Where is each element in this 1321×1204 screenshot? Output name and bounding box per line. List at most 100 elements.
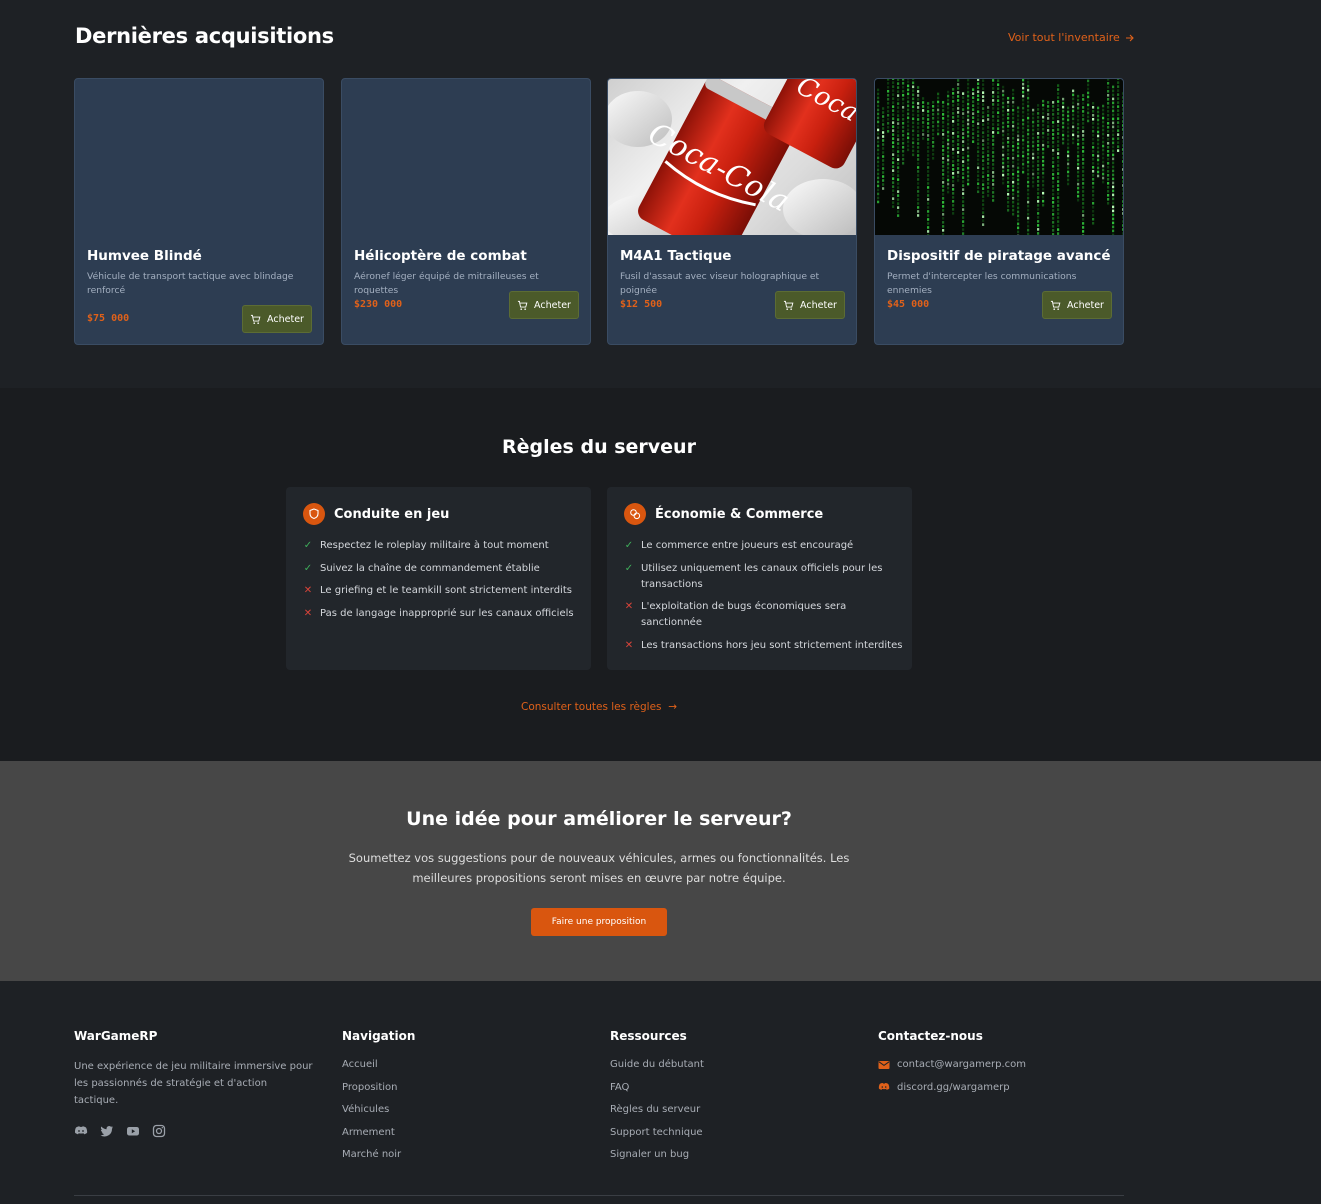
rules-section: Règles du serveur Conduite en jeu ✓ Respe… — [0, 388, 1321, 761]
cross-icon: ✕ — [303, 585, 313, 596]
rule-item: ✕ Le griefing et le teamkill sont stricte… — [303, 583, 583, 599]
twitter-icon[interactable] — [100, 1124, 114, 1138]
rule-item: ✕ L'exploitation de bugs économiques sera… — [624, 599, 904, 631]
rule-list: ✓ Respectez le roleplay militaire à tout … — [303, 538, 583, 628]
acquisitions-title: Dernières acquisitions — [75, 24, 334, 48]
make-proposal-button[interactable]: Faire une proposition — [531, 908, 667, 936]
acquisitions-section: Dernières acquisitions Voir tout l'inven… — [0, 0, 1321, 388]
footer-resources-links: Guide du débutant FAQ Règles du serveur … — [610, 1058, 704, 1161]
rule-text: Les transactions hors jeu sont stricteme… — [641, 639, 903, 651]
footer-contact-column: Contactez-nous contact@wargamerp.com dis… — [878, 1029, 1026, 1103]
matrix-code-photo — [877, 79, 1123, 269]
shield-icon — [303, 503, 325, 525]
rule-text: L'exploitation de bugs économiques sera … — [641, 601, 847, 628]
rule-text: Utilisez uniquement les canaux officiels… — [641, 562, 883, 590]
rules-title: Règles du serveur — [502, 436, 696, 458]
rule-text: Le griefing et le teamkill sont strictem… — [320, 585, 572, 596]
footer-link[interactable]: Règles du serveur — [610, 1103, 704, 1116]
product-price: $230 000 — [354, 299, 403, 310]
rule-item: ✓ Respectez le roleplay militaire à tout … — [303, 538, 583, 554]
suggestion-title: Une idée pour améliorer le serveur? — [406, 808, 792, 830]
youtube-icon[interactable] — [126, 1124, 140, 1138]
contact-email[interactable]: contact@wargamerp.com — [878, 1058, 1026, 1071]
rule-card-conduct: Conduite en jeu ✓ Respectez le roleplay m… — [286, 487, 591, 670]
footer-link[interactable]: FAQ — [610, 1081, 704, 1094]
cross-icon: ✕ — [303, 607, 313, 619]
view-rules-link[interactable]: Consulter toutes les règles → — [0, 701, 1198, 713]
product-price: $75 000 — [87, 313, 130, 324]
footer-link[interactable]: Signaler un bug — [610, 1148, 704, 1161]
cart-icon — [517, 300, 528, 310]
footer-resources-column: Ressources Guide du débutant FAQ Règles … — [610, 1029, 704, 1171]
buy-button[interactable]: Acheter — [775, 291, 845, 319]
rule-item: ✕ Pas de langage inapproprié sur les cana… — [303, 606, 583, 622]
footer-link[interactable]: Support technique — [610, 1126, 704, 1139]
buy-button[interactable]: Acheter — [242, 305, 312, 333]
rule-item: ✓ Suivez la chaîne de commandement établi… — [303, 561, 583, 577]
rule-text: Pas de langage inapproprié sur les canau… — [320, 607, 574, 619]
view-inventory-link[interactable]: Voir tout l'inventaire — [1008, 31, 1135, 44]
check-icon: ✓ — [624, 540, 634, 551]
footer-link[interactable]: Véhicules — [342, 1103, 415, 1116]
instagram-icon[interactable] — [152, 1124, 166, 1138]
buy-label: Acheter — [800, 299, 837, 311]
buy-label: Acheter — [267, 313, 304, 325]
coins-icon — [624, 503, 646, 525]
rule-card-title: Économie & Commerce — [655, 507, 824, 522]
arrow-right-icon — [1125, 34, 1134, 41]
coca-cola-cans-photo: Coca-Cola Coca — [608, 79, 856, 261]
product-name: Humvee Blindé — [87, 248, 202, 264]
rule-list: ✓ Le commerce entre joueurs est encouragé… — [624, 538, 904, 660]
buy-button[interactable]: Acheter — [1042, 291, 1112, 319]
rule-item: ✓ Utilisez uniquement les canaux officiel… — [624, 561, 904, 593]
view-inventory-label: Voir tout l'inventaire — [1008, 31, 1120, 44]
product-name: Hélicoptère de combat — [354, 248, 527, 264]
rule-text: Suivez la chaîne de commandement établie — [320, 562, 540, 574]
product-image-placeholder — [342, 79, 590, 235]
check-icon: ✓ — [624, 562, 634, 574]
footer-link[interactable]: Accueil — [342, 1058, 415, 1071]
product-name: Dispositif de piratage avancé — [887, 248, 1111, 264]
arrow-right-icon: → — [664, 701, 677, 713]
discord-icon[interactable] — [74, 1124, 88, 1138]
cart-icon — [250, 314, 261, 324]
footer-navigation-title: Navigation — [342, 1029, 416, 1043]
contact-discord[interactable]: discord.gg/wargamerp — [878, 1081, 1026, 1094]
product-card: Hélicoptère de combat Aéronef léger équi… — [341, 78, 591, 345]
discord-icon — [878, 1083, 890, 1090]
cross-icon: ✕ — [624, 601, 634, 612]
view-rules-label: Consulter toutes les règles — [521, 701, 662, 713]
buy-button[interactable]: Acheter — [509, 291, 579, 319]
footer-brand-column: WarGameRP Une expérience de jeu militair… — [74, 1029, 314, 1138]
buy-label: Acheter — [1067, 299, 1104, 311]
mail-icon — [878, 1060, 890, 1069]
social-links — [74, 1124, 314, 1138]
rule-card-economy: Économie & Commerce ✓ Le commerce entre j… — [607, 487, 912, 670]
check-icon: ✓ — [303, 540, 313, 551]
footer: WarGameRP Une expérience de jeu militair… — [0, 981, 1321, 1204]
footer-link[interactable]: Guide du débutant — [610, 1058, 704, 1071]
cross-icon: ✕ — [624, 639, 634, 651]
rule-text: Respectez le roleplay militaire à tout m… — [320, 540, 549, 551]
rule-item: ✕ Les transactions hors jeu sont strictem… — [624, 638, 904, 654]
product-price: $12 500 — [620, 299, 663, 310]
footer-link[interactable]: Marché noir — [342, 1148, 415, 1161]
rule-item: ✓ Le commerce entre joueurs est encouragé — [624, 538, 904, 554]
product-name: M4A1 Tactique — [620, 248, 732, 264]
contact-discord-text: discord.gg/wargamerp — [897, 1081, 1010, 1093]
cart-icon — [1050, 300, 1061, 310]
cart-icon — [783, 300, 794, 310]
footer-link[interactable]: Proposition — [342, 1081, 415, 1094]
product-image — [875, 79, 1123, 269]
footer-navigation-column: Navigation Accueil Proposition Véhicules… — [342, 1029, 415, 1171]
suggestion-section: Une idée pour améliorer le serveur? Soum… — [0, 761, 1321, 981]
footer-link[interactable]: Armement — [342, 1126, 415, 1139]
rule-text: Le commerce entre joueurs est encouragé — [641, 540, 854, 551]
product-price: $45 000 — [887, 299, 930, 310]
check-icon: ✓ — [303, 562, 313, 574]
footer-contact-links: contact@wargamerp.com discord.gg/wargame… — [878, 1058, 1026, 1094]
contact-email-text: contact@wargamerp.com — [897, 1059, 1027, 1070]
suggestion-text: Soumettez vos suggestions pour de nouvea… — [348, 851, 850, 885]
footer-brand: WarGameRP — [74, 1029, 158, 1043]
product-card: Coca-Cola Coca M4A1 Tactique Fusil d'ass… — [607, 78, 857, 345]
